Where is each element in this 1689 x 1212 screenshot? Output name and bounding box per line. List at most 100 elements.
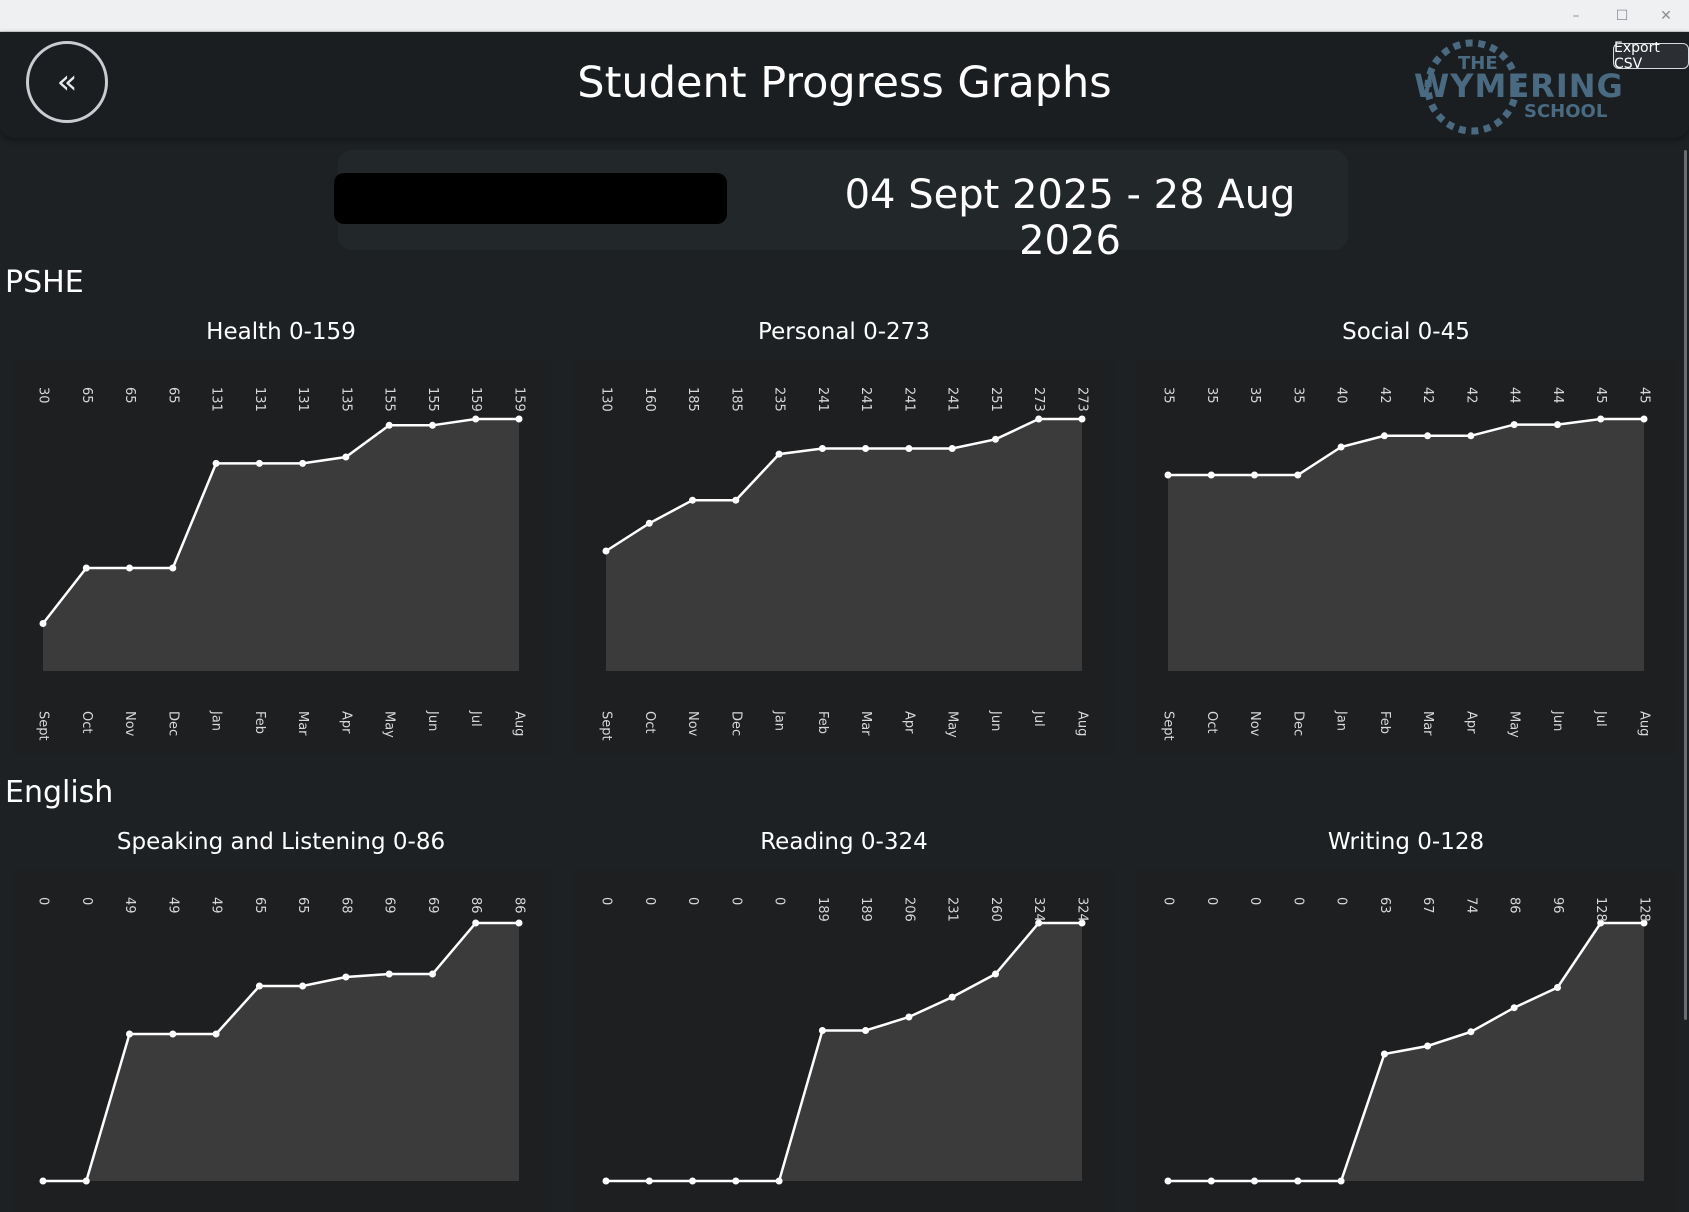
chart-point[interactable] bbox=[169, 1030, 177, 1038]
chart-value-label: 155 bbox=[382, 387, 397, 412]
chart-point[interactable] bbox=[1164, 1177, 1172, 1185]
chart-value-label: 0 bbox=[772, 897, 787, 905]
chart-point[interactable] bbox=[1207, 1177, 1215, 1185]
vertical-scrollbar[interactable] bbox=[1684, 150, 1687, 1020]
chart-point[interactable] bbox=[1035, 415, 1043, 423]
minimize-button[interactable]: – bbox=[1553, 0, 1599, 31]
logo-school-text: SCHOOL bbox=[1524, 101, 1608, 122]
chart-point[interactable] bbox=[948, 993, 956, 1001]
chart-point[interactable] bbox=[472, 919, 480, 927]
chart-point[interactable] bbox=[1424, 432, 1432, 440]
chart-point[interactable] bbox=[126, 564, 133, 572]
chart-point[interactable] bbox=[1424, 1042, 1432, 1050]
chart-point[interactable] bbox=[299, 459, 307, 467]
chart-point[interactable] bbox=[255, 459, 263, 467]
chart-value-label: 235 bbox=[772, 387, 787, 412]
close-button[interactable]: ✕ bbox=[1643, 0, 1689, 31]
chart-point[interactable] bbox=[1380, 1050, 1388, 1058]
student-name-field[interactable] bbox=[334, 173, 727, 224]
chart-point[interactable] bbox=[602, 547, 610, 555]
chart-point[interactable] bbox=[905, 445, 913, 452]
chart-point[interactable] bbox=[1078, 415, 1086, 423]
chart-point[interactable] bbox=[1251, 471, 1258, 479]
chart-point[interactable] bbox=[732, 496, 740, 504]
logo-sunburst-ray bbox=[1457, 125, 1467, 135]
chart-point[interactable] bbox=[1294, 471, 1302, 479]
chart-point[interactable] bbox=[645, 1177, 653, 1185]
chart-category-label: Jan bbox=[1334, 710, 1349, 731]
chart-point[interactable] bbox=[342, 973, 350, 981]
chart-point[interactable] bbox=[385, 970, 393, 978]
chart-value-label: 0 bbox=[1290, 897, 1305, 905]
chart-title-writing: Writing 0-128 bbox=[1327, 829, 1485, 855]
chart-point[interactable] bbox=[992, 970, 999, 978]
chart-point[interactable] bbox=[1164, 471, 1172, 479]
chart-point[interactable] bbox=[212, 1030, 220, 1038]
chart-point[interactable] bbox=[862, 1027, 870, 1034]
chart-point[interactable] bbox=[1467, 432, 1475, 440]
chart-point[interactable] bbox=[1337, 1177, 1345, 1185]
chart-health-svg: 30 Sept 65 Oct 65 Nov 65 Dec 131 Jan 131 Feb 131 Mar 1… bbox=[36, 387, 527, 741]
chart-point[interactable] bbox=[1597, 415, 1605, 423]
chart-point[interactable] bbox=[169, 564, 177, 572]
chart-point[interactable] bbox=[862, 445, 870, 452]
chart-point[interactable] bbox=[429, 970, 436, 978]
chart-point[interactable] bbox=[299, 982, 307, 990]
chart-title-health: Health 0-159 bbox=[206, 319, 356, 345]
chart-point[interactable] bbox=[1510, 421, 1518, 429]
chart-value-label: 42 bbox=[1377, 387, 1392, 404]
chart-point[interactable] bbox=[39, 1177, 47, 1185]
chart-value-label: 0 bbox=[642, 897, 657, 905]
chart-point[interactable] bbox=[82, 1177, 90, 1185]
chart-point[interactable] bbox=[1640, 415, 1648, 423]
chart-point[interactable] bbox=[905, 1013, 913, 1021]
chart-value-label: 128 bbox=[1637, 897, 1652, 922]
maximize-button[interactable]: ☐ bbox=[1599, 0, 1645, 31]
chart-speaking-listening-svg: 0 0 49 49 49 65 65 68 69 69 86 86 bbox=[36, 897, 527, 1185]
chart-point[interactable] bbox=[1337, 443, 1345, 451]
close-icon: ✕ bbox=[1660, 7, 1672, 24]
school-logo: THE WYMERING SCHOOL bbox=[1410, 35, 1623, 137]
chart-point[interactable] bbox=[1294, 1177, 1302, 1185]
chart-point[interactable] bbox=[39, 620, 47, 627]
chart-point[interactable] bbox=[385, 421, 393, 429]
chart-category-label: Jan bbox=[209, 710, 224, 731]
chart-value-label: 324 bbox=[1031, 897, 1046, 922]
chart-point[interactable] bbox=[126, 1030, 133, 1038]
chart-point[interactable] bbox=[212, 459, 220, 467]
chart-point[interactable] bbox=[1554, 421, 1561, 429]
date-range[interactable]: 04 Sept 2025 - 28 Aug 2026 bbox=[790, 172, 1350, 264]
chart-point[interactable] bbox=[689, 1177, 696, 1185]
chart-point[interactable] bbox=[472, 415, 480, 423]
chart-point[interactable] bbox=[732, 1177, 740, 1185]
chart-point[interactable] bbox=[992, 435, 999, 443]
chart-point[interactable] bbox=[1207, 471, 1215, 479]
logo-sunburst-ray bbox=[1493, 117, 1504, 128]
chart-point[interactable] bbox=[818, 445, 826, 452]
chart-point[interactable] bbox=[1554, 984, 1561, 991]
chart-point[interactable] bbox=[1251, 1177, 1258, 1185]
chart-point[interactable] bbox=[342, 453, 350, 461]
chart-value-label: 273 bbox=[1031, 387, 1046, 412]
chart-point[interactable] bbox=[255, 982, 263, 990]
chart-point[interactable] bbox=[1510, 1004, 1518, 1012]
chart-value-label: 69 bbox=[382, 897, 397, 914]
chart-point[interactable] bbox=[429, 421, 436, 429]
chart-point[interactable] bbox=[515, 919, 523, 927]
chart-point[interactable] bbox=[775, 450, 783, 458]
chart-point[interactable] bbox=[775, 1177, 783, 1185]
chart-point[interactable] bbox=[645, 519, 653, 527]
chart-title-social: Social 0-45 bbox=[1342, 319, 1470, 345]
chart-category-label: Aug bbox=[1637, 711, 1652, 736]
chart-point[interactable] bbox=[948, 445, 956, 452]
chart-value-label: 65 bbox=[252, 897, 267, 914]
chart-point[interactable] bbox=[602, 1177, 610, 1185]
chart-point[interactable] bbox=[1467, 1028, 1475, 1036]
chart-point[interactable] bbox=[818, 1027, 826, 1034]
export-csv-button[interactable]: Export CSV bbox=[1613, 40, 1689, 72]
chart-point[interactable] bbox=[515, 415, 523, 423]
chart-category-label: Sept bbox=[1161, 711, 1176, 741]
chart-point[interactable] bbox=[1380, 432, 1388, 440]
chart-point[interactable] bbox=[689, 496, 696, 504]
chart-point[interactable] bbox=[82, 564, 90, 572]
